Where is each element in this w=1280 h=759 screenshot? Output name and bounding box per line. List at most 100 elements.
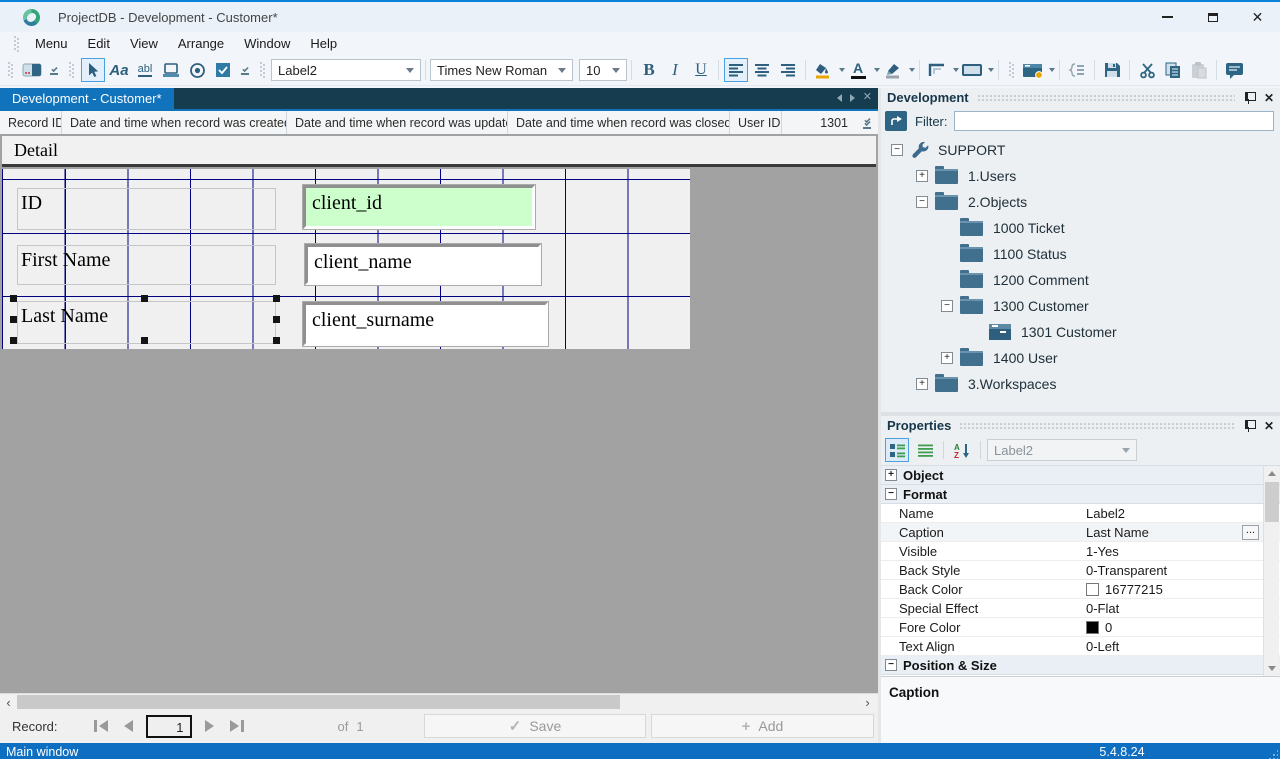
tree-node-1300-customer[interactable]: − 1300 Customer (881, 293, 1280, 319)
field-value-record[interactable]: 1301 (782, 111, 856, 134)
properties-scrollbar[interactable] (1263, 466, 1279, 676)
scroll-left-button[interactable]: ‹ (0, 694, 17, 710)
alphabetic-view-button[interactable] (913, 438, 937, 462)
collapse-box[interactable]: − (941, 300, 953, 312)
scrollbar-thumb[interactable] (17, 695, 620, 709)
toolbar-grip[interactable] (260, 62, 265, 78)
toolbar-grip[interactable] (1009, 62, 1014, 78)
form-settings-dropdown[interactable] (1049, 68, 1055, 72)
tree-node-1100-status[interactable]: 1100 Status (881, 241, 1280, 267)
add-record-button[interactable]: + Add (651, 714, 874, 738)
collapse-box[interactable]: − (891, 144, 903, 156)
field-header-record-id[interactable]: Record ID (0, 111, 62, 134)
resize-grip[interactable] (1268, 749, 1278, 759)
sort-az-button[interactable]: A Z (950, 438, 974, 462)
selection-handle[interactable] (141, 337, 148, 344)
property-row-back-style[interactable]: Back Style 0-Transparent (881, 561, 1280, 580)
font-color-button[interactable]: A (846, 58, 870, 82)
fill-color-button[interactable] (811, 58, 835, 82)
form-settings-button[interactable] (1021, 58, 1045, 82)
property-row-fore-color[interactable]: Fore Color 0 (881, 618, 1280, 637)
tab-close-icon[interactable]: ✕ (863, 92, 872, 103)
tree-node-users[interactable]: + 1.Users (881, 163, 1280, 189)
scrollbar-thumb[interactable] (1265, 482, 1279, 522)
tab-scroll-right-icon[interactable] (849, 93, 855, 102)
textbox-client-name[interactable]: client_name (305, 244, 541, 285)
underline-button[interactable]: U (689, 58, 713, 82)
caption-ellipsis-button[interactable]: ... (1242, 525, 1259, 540)
notes-button[interactable] (1222, 58, 1246, 82)
field-header-closed[interactable]: Date and time when record was closed (508, 111, 730, 134)
goto-object-button[interactable] (885, 111, 907, 131)
highlight-color-button[interactable] (881, 58, 905, 82)
expand-box[interactable]: + (885, 469, 897, 481)
design-canvas[interactable]: Detail ID First Name Last Name client_id… (0, 135, 878, 693)
font-color-dropdown[interactable] (874, 68, 880, 72)
toolbar-overflow-button[interactable] (241, 65, 249, 75)
toolbar-overflow-button[interactable] (50, 65, 58, 75)
menubar-grip[interactable] (14, 35, 19, 52)
collapse-box[interactable]: − (885, 659, 897, 671)
menu-item-view[interactable]: View (120, 34, 168, 53)
expand-box[interactable]: + (916, 378, 928, 390)
paste-button[interactable] (1187, 58, 1211, 82)
selection-handle[interactable] (141, 295, 148, 302)
collapse-box[interactable]: − (916, 196, 928, 208)
property-row-special-effect[interactable]: Special Effect 0-Flat (881, 599, 1280, 618)
minimize-button[interactable] (1145, 2, 1190, 32)
pin-icon[interactable] (1243, 91, 1256, 104)
first-record-button[interactable] (92, 718, 112, 734)
pointer-tool-button[interactable] (81, 58, 105, 82)
section-object[interactable]: + Object (881, 466, 1280, 485)
expand-box[interactable]: + (916, 170, 928, 182)
close-button[interactable]: ✕ (1235, 2, 1280, 32)
tree-node-1301-customer[interactable]: 1301 Customer (881, 319, 1280, 345)
scroll-right-button[interactable]: › (859, 694, 876, 710)
highlight-color-dropdown[interactable] (909, 68, 915, 72)
record-number-input[interactable] (145, 714, 192, 738)
property-row-visible[interactable]: Visible 1-Yes (881, 542, 1280, 561)
property-row-name[interactable]: Name Label2 (881, 504, 1280, 523)
textbox-client-surname[interactable]: client_surname (303, 302, 548, 346)
border-sides-dropdown[interactable] (953, 68, 959, 72)
menu-item-arrange[interactable]: Arrange (168, 34, 234, 53)
last-record-button[interactable] (226, 718, 246, 734)
detail-band-header[interactable]: Detail (2, 136, 876, 167)
toolbar-grip[interactable] (69, 62, 74, 78)
field-header-created[interactable]: Date and time when record was created (62, 111, 287, 134)
save-record-button[interactable]: ✓ Save (424, 714, 646, 738)
menu-item-help[interactable]: Help (300, 34, 347, 53)
selection-handle[interactable] (273, 295, 280, 302)
outline-button[interactable] (1065, 58, 1089, 82)
menu-item-window[interactable]: Window (234, 34, 300, 53)
italic-button[interactable]: I (663, 58, 687, 82)
button-tool-button[interactable] (159, 58, 183, 82)
pin-icon[interactable] (1243, 419, 1256, 432)
menu-item-edit[interactable]: Edit (78, 34, 120, 53)
scroll-up-button[interactable] (1264, 466, 1280, 481)
expand-box[interactable]: + (941, 352, 953, 364)
tree-node-objects[interactable]: − 2.Objects (881, 189, 1280, 215)
save-button[interactable] (1100, 58, 1124, 82)
label-id[interactable]: ID (17, 188, 276, 230)
label-tool-button[interactable]: Aa (107, 58, 131, 82)
section-format[interactable]: − Format (881, 485, 1280, 504)
tree-node-1400-user[interactable]: + 1400 User (881, 345, 1280, 371)
selection-handle[interactable] (273, 316, 280, 323)
cut-button[interactable] (1135, 58, 1159, 82)
categorized-view-button[interactable] (885, 438, 909, 462)
menu-item-menu[interactable]: Menu (25, 34, 78, 53)
field-header-updated[interactable]: Date and time when record was updated (287, 111, 508, 134)
border-style-button[interactable] (960, 58, 984, 82)
scroll-down-button[interactable] (1264, 661, 1280, 676)
previous-record-button[interactable] (120, 718, 136, 734)
tab-development-customer[interactable]: Development - Customer* (0, 88, 174, 109)
fields-overflow-button[interactable] (856, 111, 878, 134)
checkbox-tool-button[interactable] (211, 58, 235, 82)
textbox-client-id[interactable]: client_id (303, 185, 535, 229)
label-first-name[interactable]: First Name (17, 245, 276, 285)
selection-handle[interactable] (10, 295, 17, 302)
selection-handle[interactable] (10, 316, 17, 323)
filter-input[interactable] (953, 111, 1274, 131)
copy-button[interactable] (1161, 58, 1185, 82)
